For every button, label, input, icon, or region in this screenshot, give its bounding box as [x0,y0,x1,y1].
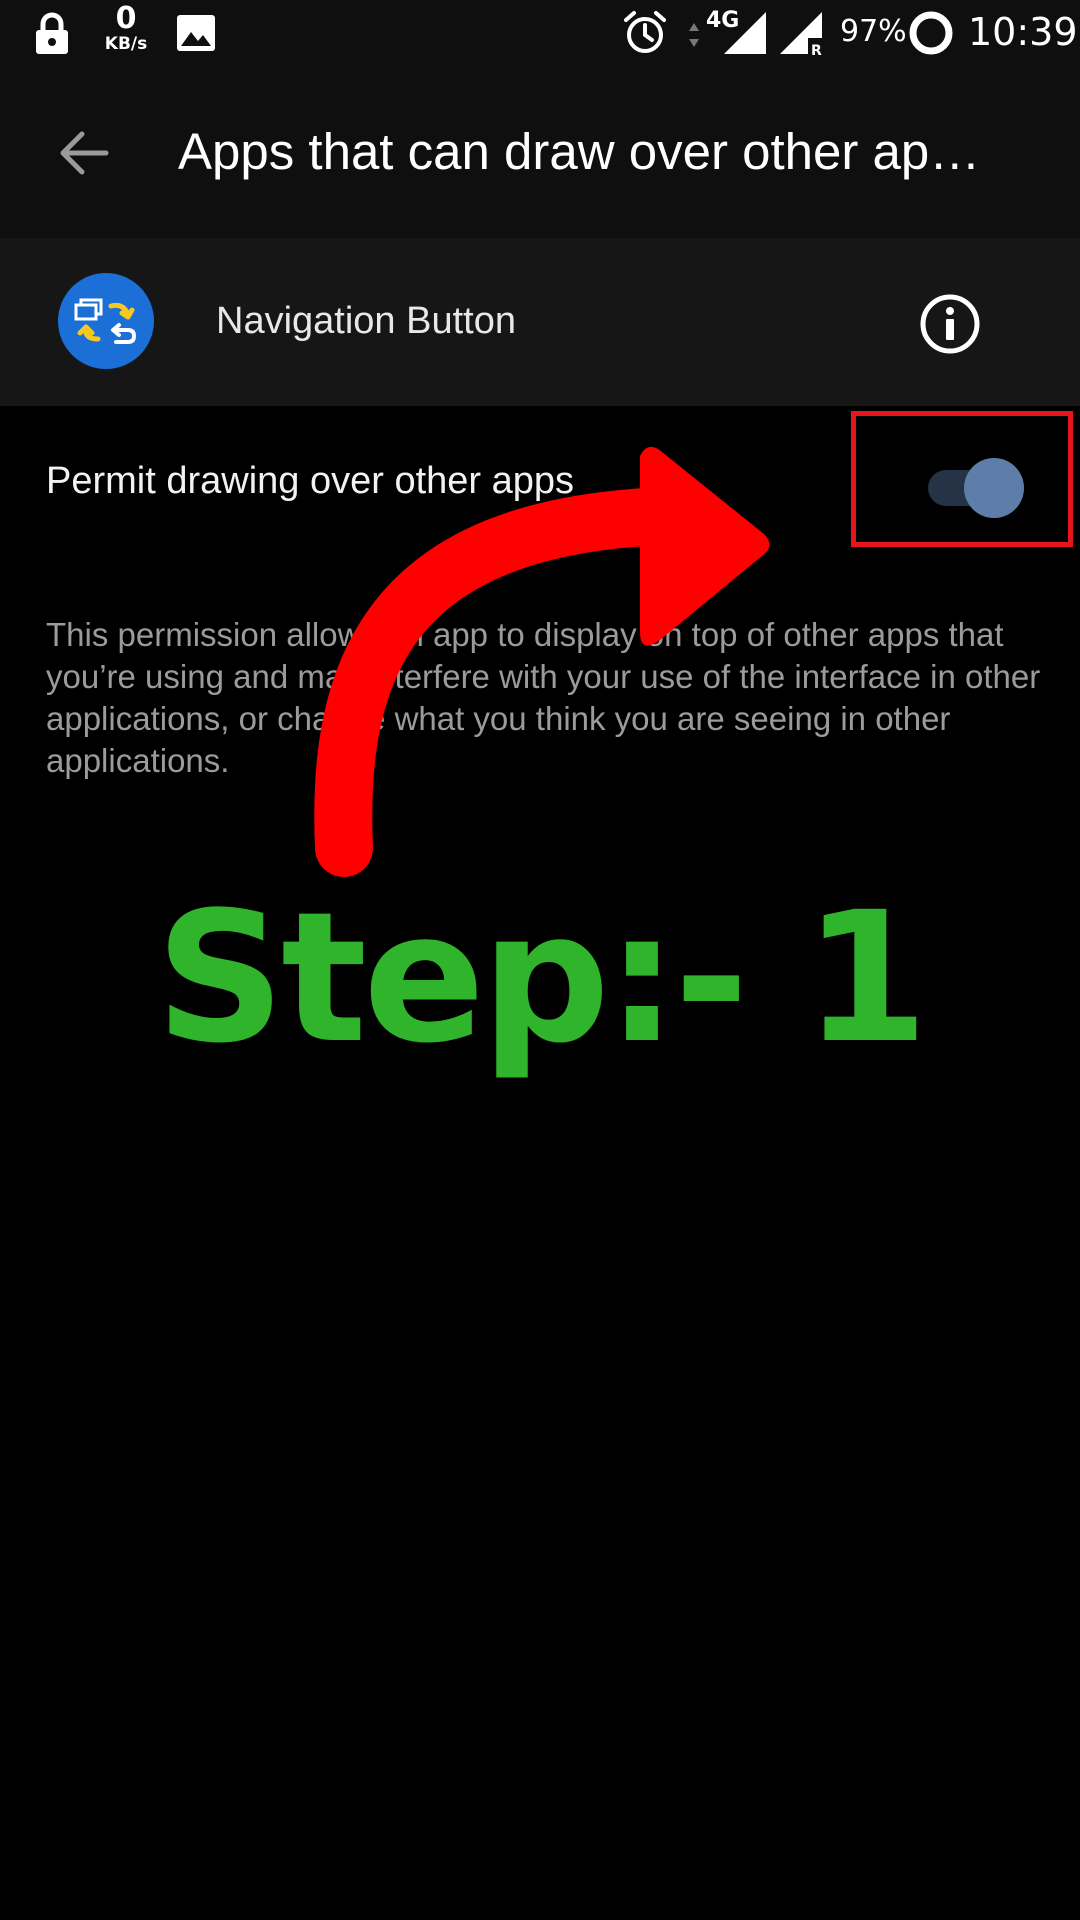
data-arrows-icon [689,23,699,47]
annotation-arrow [314,446,770,877]
navigation-button-app-icon [58,273,154,369]
network-speed: 0 KB/s [94,4,158,64]
highlight-box [851,411,1073,547]
clock: 10:39 [968,10,1078,54]
image-icon [177,15,215,51]
toolbar: Apps that can draw over other ap… [0,70,1080,238]
app-header: Navigation Button [0,238,1080,406]
network-speed-value: 0 [115,1,137,36]
step-label: Step:- 1 [155,874,928,1083]
page-title: Apps that can draw over other ap… [178,123,981,180]
battery-percent: 97% [840,14,907,49]
roaming-signal-icon: R [780,12,822,56]
battery-icon [909,11,953,55]
info-icon[interactable] [918,292,982,356]
network-speed-unit: KB/s [104,34,148,54]
status-bar: 0 KB/s 4G R 97% 10:39 [0,0,1080,70]
lock-icon [36,12,68,54]
arrow-back-icon [60,131,109,175]
back-button[interactable] [50,120,116,186]
signal-icon [724,12,766,54]
alarm-icon [624,11,666,53]
app-name: Navigation Button [216,300,516,342]
svg-text:R: R [811,43,822,56]
